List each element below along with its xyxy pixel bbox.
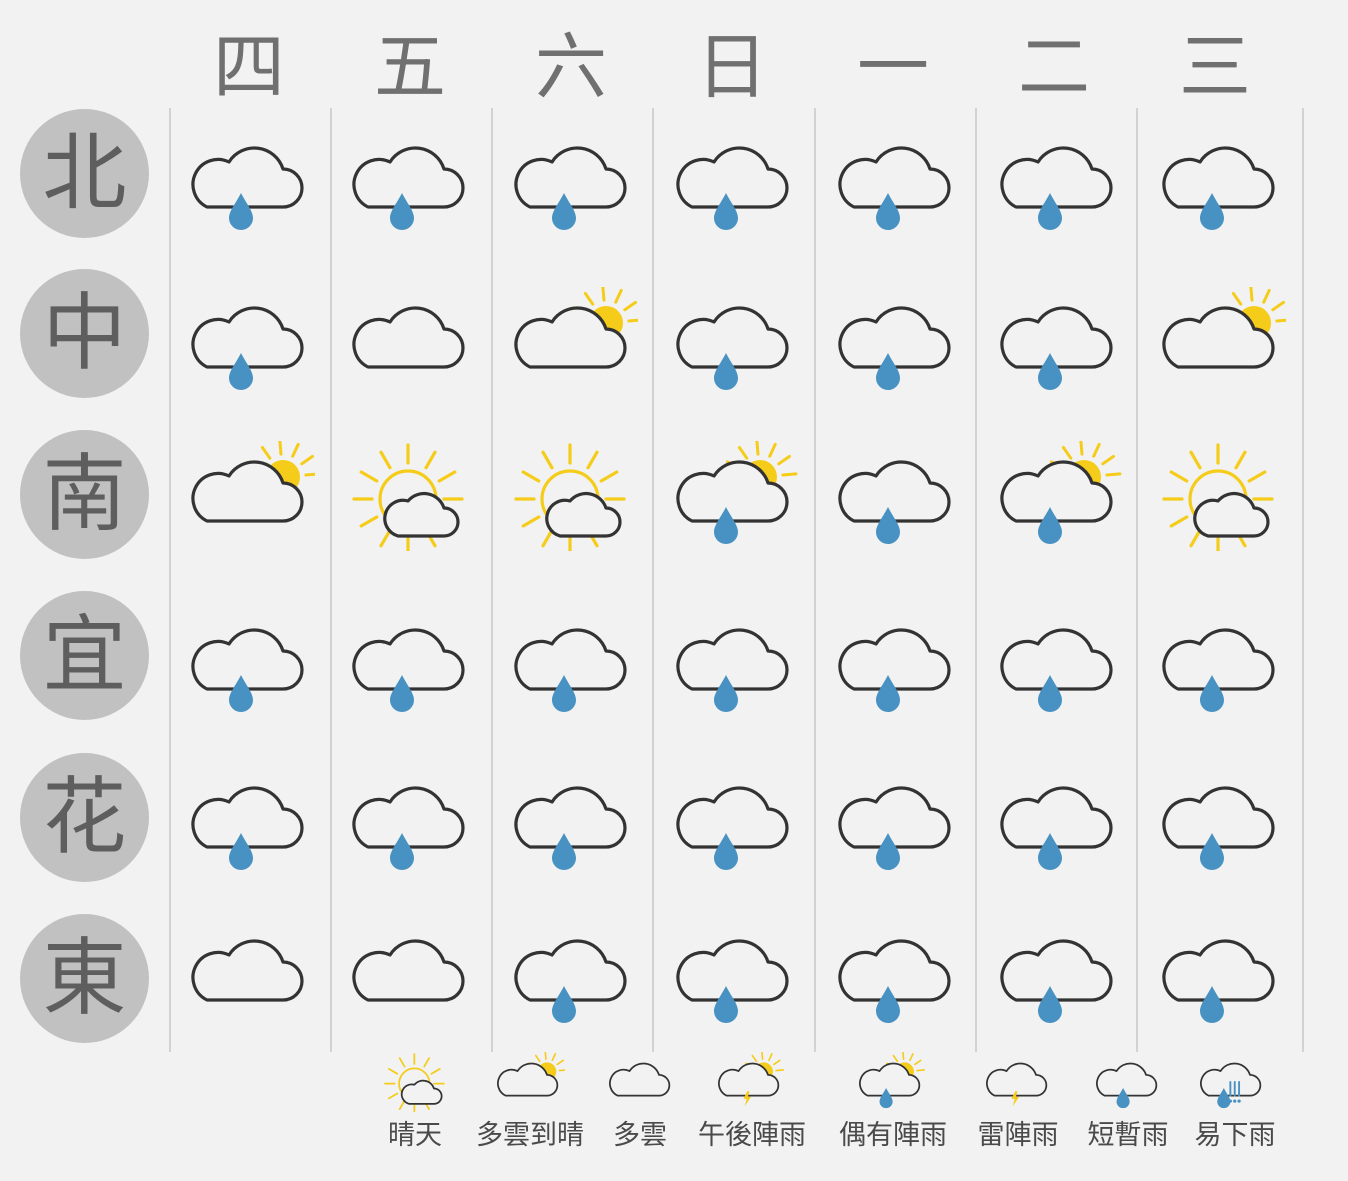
- cloud-rain-icon: [670, 287, 800, 397]
- cloud-rain-icon: [1156, 767, 1286, 877]
- cloud-rain-icon: [832, 767, 962, 877]
- column-divider: [330, 108, 332, 1052]
- cloud-rain-icon: [1156, 920, 1286, 1030]
- cloud-icon: [605, 1052, 677, 1112]
- cloud-rain-icon: [670, 920, 800, 1030]
- cloud-sun-lightning-icon: [714, 1052, 786, 1112]
- region-badge: 南: [20, 430, 149, 559]
- cloud-rain-icon: [185, 609, 315, 719]
- cloud-rain-icon: [508, 609, 638, 719]
- cloud-sun-rain-icon: [670, 441, 800, 551]
- column-divider: [652, 108, 654, 1052]
- cloud-icon: [185, 920, 315, 1030]
- region-badge: 宜: [20, 591, 149, 720]
- day-header: 日: [695, 25, 768, 109]
- legend-label: 多雲到晴: [476, 1120, 584, 1151]
- legend-label: 晴天: [388, 1120, 442, 1151]
- region-badge: 中: [20, 269, 149, 398]
- legend-label: 雷陣雨: [977, 1120, 1059, 1151]
- cloud-sun-rain-icon: [994, 441, 1124, 551]
- day-header: 五: [373, 25, 446, 109]
- day-header: 三: [1178, 25, 1251, 109]
- cloud-rain-icon: [832, 609, 962, 719]
- cloud-rain-icon: [346, 127, 476, 237]
- region-badge: 花: [20, 753, 149, 882]
- column-divider: [814, 108, 816, 1052]
- cloud-heavy-rain-icon: [1196, 1052, 1268, 1112]
- sun-behind-cloud-icon: [346, 441, 476, 551]
- cloud-with-sun-icon: [185, 441, 315, 551]
- region-badge: 東: [20, 914, 149, 1043]
- day-header: 二: [1017, 25, 1090, 109]
- cloud-rain-icon: [346, 767, 476, 877]
- cloud-rain-icon: [832, 920, 962, 1030]
- cloud-with-sun-icon: [493, 1052, 565, 1112]
- cloud-rain-icon: [1156, 609, 1286, 719]
- column-divider: [975, 108, 977, 1052]
- cloud-rain-icon: [1092, 1052, 1164, 1112]
- column-divider: [491, 108, 493, 1052]
- cloud-rain-icon: [670, 767, 800, 877]
- day-header: 一: [856, 25, 929, 109]
- weather-forecast-grid: 四 五 六 日 一 二 三 北 中 南 宜 花 東 晴天 多雲到晴 多雲 午後陣…: [0, 0, 1348, 1181]
- day-header: 四: [212, 25, 285, 109]
- legend-label: 偶有陣雨: [839, 1120, 947, 1151]
- cloud-rain-icon: [185, 287, 315, 397]
- cloud-rain-icon: [185, 127, 315, 237]
- cloud-rain-icon: [994, 920, 1124, 1030]
- cloud-rain-icon: [670, 127, 800, 237]
- legend-label: 易下雨: [1194, 1120, 1276, 1151]
- cloud-lightning-icon: [982, 1052, 1054, 1112]
- cloud-with-sun-icon: [1156, 287, 1286, 397]
- sun-behind-cloud-icon: [508, 441, 638, 551]
- cloud-rain-icon: [832, 441, 962, 551]
- cloud-rain-icon: [1156, 127, 1286, 237]
- cloud-rain-icon: [994, 287, 1124, 397]
- cloud-with-sun-icon: [508, 287, 638, 397]
- cloud-rain-icon: [508, 767, 638, 877]
- legend-label: 午後陣雨: [698, 1120, 806, 1151]
- cloud-icon: [346, 287, 476, 397]
- column-divider: [169, 108, 171, 1052]
- cloud-rain-icon: [508, 127, 638, 237]
- cloud-rain-icon: [185, 767, 315, 877]
- legend-label: 短暫雨: [1087, 1120, 1169, 1151]
- cloud-rain-icon: [832, 287, 962, 397]
- cloud-rain-icon: [508, 920, 638, 1030]
- sun-behind-cloud-icon: [1156, 441, 1286, 551]
- legend-label: 多雲: [613, 1120, 667, 1151]
- cloud-icon: [346, 920, 476, 1030]
- cloud-rain-icon: [994, 127, 1124, 237]
- cloud-rain-icon: [832, 127, 962, 237]
- cloud-rain-icon: [670, 609, 800, 719]
- region-badge: 北: [20, 109, 149, 238]
- column-divider: [1136, 108, 1138, 1052]
- cloud-sun-rain-icon: [855, 1052, 927, 1112]
- day-header: 六: [534, 25, 607, 109]
- cloud-rain-icon: [994, 767, 1124, 877]
- cloud-rain-icon: [994, 609, 1124, 719]
- cloud-rain-icon: [346, 609, 476, 719]
- sun-behind-cloud-icon: [380, 1052, 452, 1112]
- column-divider: [1302, 108, 1304, 1052]
